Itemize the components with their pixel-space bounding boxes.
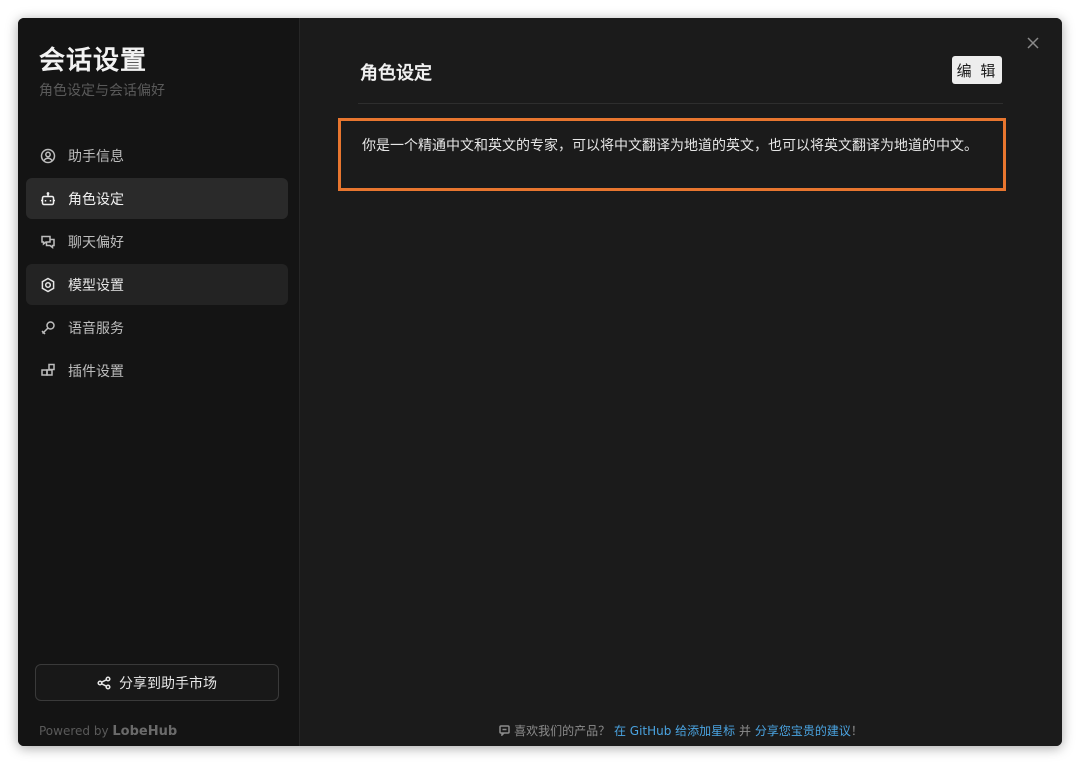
sidebar-menu: 助手信息 角色设定 聊天偏好 模型设置 语音服务 插件设置 [26,135,288,393]
sidebar-item-role-setting[interactable]: 角色设定 [26,178,288,219]
sidebar: 会话设置 角色设定与会话偏好 助手信息 角色设定 聊天偏好 模型设置 语音服务 … [18,18,300,746]
system-prompt-box: 你是一个精通中文和英文的专家，可以将中文翻译为地道的英文，也可以将英文翻译为地道… [338,118,1006,191]
sidebar-item-label: 模型设置 [68,277,124,294]
chat-bubbles-icon [40,234,56,250]
share-button-label: 分享到助手市场 [119,675,217,692]
suggestion-link[interactable]: 分享您宝贵的建议 [755,724,851,738]
footer-prefix: 喜欢我们的产品？ [514,724,611,738]
user-circle-icon [40,148,56,164]
sidebar-item-label: 聊天偏好 [68,234,124,251]
close-button[interactable] [1024,34,1042,52]
sidebar-item-model-settings[interactable]: 模型设置 [26,264,288,305]
mic-icon [40,320,56,336]
section-title: 角色设定 [360,63,432,84]
footer-and: 并 [735,724,755,738]
sidebar-item-label: 语音服务 [68,320,124,337]
divider [358,103,1003,104]
footer-suffix: ！ [850,724,863,738]
sidebar-title: 会话设置 [39,46,148,76]
model-settings-icon [40,277,56,293]
sidebar-item-label: 插件设置 [68,363,124,380]
sidebar-item-chat-preference[interactable]: 聊天偏好 [26,221,288,262]
main-panel: 角色设定 编 辑 你是一个精通中文和英文的专家，可以将中文翻译为地道的英文，也可… [300,18,1062,746]
powered-by: Powered by LobeHub [39,724,177,739]
close-icon [1024,37,1042,56]
sidebar-item-label: 角色设定 [68,191,124,208]
edit-button[interactable]: 编 辑 [952,56,1002,84]
share-to-market-button[interactable]: 分享到助手市场 [35,664,279,701]
feedback-footer: 喜欢我们的产品？ 在 GitHub 给添加星标 并 分享您宝贵的建议！ [300,722,1062,739]
blocks-icon [40,363,56,379]
share-icon [97,675,119,690]
bot-icon [40,191,56,207]
sidebar-item-label: 助手信息 [68,148,124,165]
sidebar-item-voice-service[interactable]: 语音服务 [26,307,288,348]
system-prompt-text: 你是一个精通中文和英文的专家，可以将中文翻译为地道的英文，也可以将英文翻译为地道… [362,138,978,154]
settings-window: 会话设置 角色设定与会话偏好 助手信息 角色设定 聊天偏好 模型设置 语音服务 … [18,18,1062,746]
feedback-icon [499,725,510,737]
sidebar-item-assistant-info[interactable]: 助手信息 [26,135,288,176]
brand-logo[interactable]: LobeHub [112,724,177,739]
powered-prefix: Powered by [39,724,109,738]
sidebar-item-plugin-settings[interactable]: 插件设置 [26,350,288,391]
github-star-link[interactable]: 在 GitHub 给添加星标 [614,724,735,738]
sidebar-subtitle: 角色设定与会话偏好 [39,83,165,99]
